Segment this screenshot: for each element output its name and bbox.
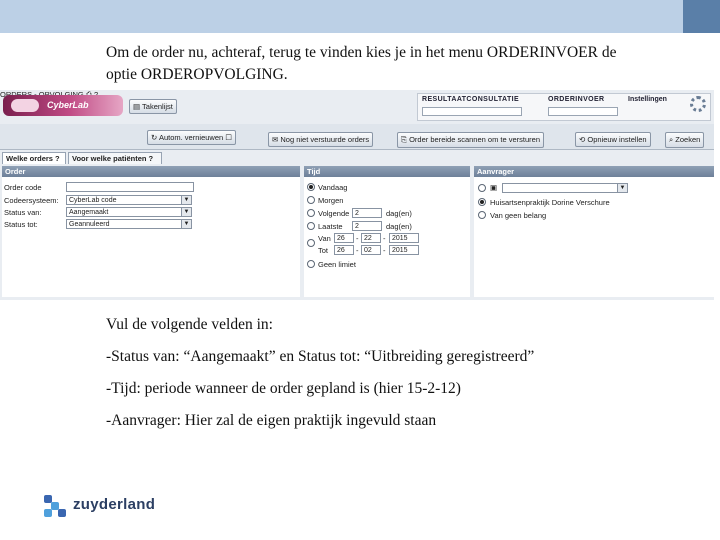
laatste-input[interactable]: 2: [352, 221, 382, 231]
nav-resultaatconsultatie[interactable]: RESULTAATCONSULTATIE: [422, 96, 519, 103]
aanvrager-select[interactable]: [502, 183, 618, 193]
autom-label: Autom. vernieuwen: [158, 133, 224, 142]
periode-radio[interactable]: [307, 239, 315, 247]
zoeken-button[interactable]: ⌕ Zoeken: [665, 132, 705, 148]
intro-line-1: Om de order nu, achteraf, terug te vinde…: [106, 44, 617, 61]
instruction-line-3: -Tijd: periode wanneer de order gepland …: [106, 380, 461, 397]
laatste-label: Laatste: [318, 222, 343, 231]
tot-separator: -: [356, 246, 359, 255]
order-code-input[interactable]: [66, 182, 194, 192]
vandaag-radio[interactable]: [307, 183, 315, 191]
status-van-select[interactable]: Aangemaakt: [66, 207, 182, 217]
intro-line-2: optie ORDEROPVOLGING.: [106, 66, 288, 83]
aanvrager-select-radio[interactable]: [478, 184, 486, 192]
scan-icon: ⎘: [401, 135, 410, 144]
van-label: Van: [318, 234, 331, 243]
volgende-label: Volgende: [318, 209, 350, 218]
cyberlab-logo: CyberLab: [3, 95, 123, 116]
geen-limiet-radio[interactable]: [307, 260, 315, 268]
nog-niet-verstuurde-orders-button[interactable]: ✉ Nog niet verstuurde orders: [268, 132, 374, 147]
chevron-down-icon[interactable]: ▼: [181, 219, 192, 229]
tijd-panel: Tijd Vandaag Morgen Volgende 2 dag(en) L…: [304, 166, 470, 297]
instruction-line-2: -Status van: “Aangemaakt” en Status tot:…: [106, 348, 535, 365]
zoeken-label: Zoeken: [675, 135, 701, 144]
morgen-radio[interactable]: [307, 196, 315, 204]
laatste-dagen-label: dag(en): [386, 222, 412, 231]
zuyderland-logo-icon: [44, 495, 66, 517]
order-bereide-scannen-button[interactable]: ⎘ Order bereide scannen om te versturen: [397, 132, 544, 148]
van-separator: -: [383, 234, 386, 243]
list-icon: ▤: [133, 102, 143, 111]
order-panel-header: Order: [2, 166, 300, 177]
van-year-input[interactable]: 2015: [389, 233, 419, 243]
geen-limiet-label: Geen limiet: [318, 260, 356, 269]
volgende-radio[interactable]: [307, 209, 315, 217]
morgen-label: Morgen: [318, 196, 344, 205]
chevron-down-icon[interactable]: ▼: [617, 183, 628, 193]
slide-corner-block: [683, 0, 720, 33]
aanvrager-panel: Aanvrager ▣ ▼ Huisartsenpraktijk Dorine …: [474, 166, 714, 297]
van-separator: -: [356, 234, 359, 243]
settings-gear-icon[interactable]: [690, 96, 706, 112]
tab-voor-welke-patienten[interactable]: Voor welke patiënten ?: [68, 152, 162, 164]
takenlijst-button[interactable]: ▤ Takenlijst: [129, 99, 177, 114]
tab-welke-orders[interactable]: Welke orders ?: [2, 152, 66, 164]
intro-text: Om de order nu, achteraf, terug te vinde…: [106, 42, 706, 86]
chevron-down-icon[interactable]: ▼: [181, 207, 192, 217]
opnieuw-label: Opnieuw instellen: [587, 135, 647, 144]
volgende-dagen-label: dag(en): [386, 209, 412, 218]
tot-day-input[interactable]: 26: [334, 245, 354, 255]
order-panel: Order Order code Codeersysteem: CyberLab…: [2, 166, 300, 297]
tot-label: Tot: [318, 246, 329, 255]
takenlijst-label: Takenlijst: [142, 102, 173, 111]
nav-instellingen[interactable]: Instellingen: [628, 96, 667, 103]
tijd-panel-header: Tijd: [304, 166, 470, 177]
tot-month-input[interactable]: 02: [361, 245, 381, 255]
praktijk-radio[interactable]: [478, 198, 486, 206]
nav-orderinvoer[interactable]: ORDERINVOER: [548, 96, 605, 103]
aanvrager-panel-header: Aanvrager: [474, 166, 714, 177]
tot-year-input[interactable]: 2015: [389, 245, 419, 255]
checkbox-icon[interactable]: ☐: [225, 133, 232, 142]
status-tot-select[interactable]: Geannuleerd: [66, 219, 182, 229]
codeersysteem-label: Codeersysteem:: [4, 196, 59, 205]
refresh-icon: ↻: [151, 133, 159, 142]
nog-niet-label: Nog niet verstuurde orders: [280, 135, 370, 144]
van-month-input[interactable]: 22: [361, 233, 381, 243]
cyberlab-screenshot: CyberLab ▤ Takenlijst RESULTAATCONSULTAT…: [0, 90, 714, 300]
order-code-label: Order code: [4, 183, 42, 192]
geen-belang-radio[interactable]: [478, 211, 486, 219]
opnieuw-instellen-button[interactable]: ⟲ Opnieuw instellen: [575, 132, 651, 147]
main-nav: RESULTAATCONSULTATIE ORDERINVOER Instell…: [417, 93, 711, 121]
status-van-label: Status van:: [4, 208, 42, 217]
van-day-input[interactable]: 26: [334, 233, 354, 243]
orderinvoer-dropdown[interactable]: [548, 107, 618, 116]
instruction-line-1: Vul de volgende velden in:: [106, 316, 273, 333]
geen-belang-label: Van geen belang: [490, 211, 547, 220]
bereide-label: Order bereide scannen om te versturen: [409, 135, 540, 144]
volgende-input[interactable]: 2: [352, 208, 382, 218]
praktijk-label: Huisartsenpraktijk Dorine Verschure: [490, 198, 610, 207]
laatste-radio[interactable]: [307, 222, 315, 230]
autom-vernieuwen-button[interactable]: ↻ Autom. vernieuwen ☐: [147, 130, 236, 145]
resultaat-dropdown[interactable]: [422, 107, 522, 116]
vandaag-label: Vandaag: [318, 183, 348, 192]
chevron-down-icon[interactable]: ▼: [181, 195, 192, 205]
tot-separator: -: [383, 246, 386, 255]
person-icon: ▣: [490, 183, 498, 192]
codeersysteem-select[interactable]: CyberLab code: [66, 195, 182, 205]
instruction-line-4: -Aanvrager: Hier zal de eigen praktijk i…: [106, 412, 437, 429]
zuyderland-brand: zuyderland: [73, 496, 156, 513]
slide-top-band: [0, 0, 720, 33]
status-tot-label: Status tot:: [4, 220, 38, 229]
